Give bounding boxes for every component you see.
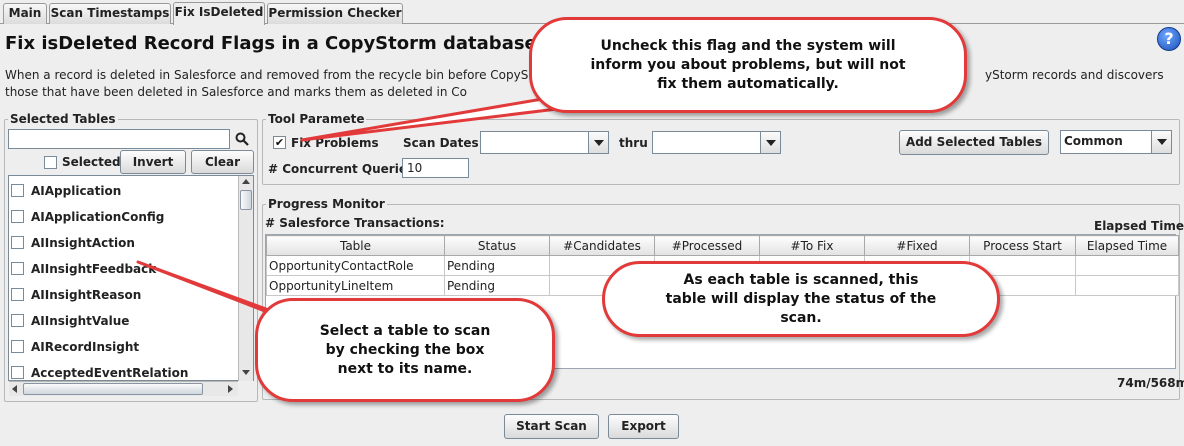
callout-pointer-select-table	[136, 260, 285, 320]
callout-fix-flag-text: Uncheck this flag and the system will in…	[590, 37, 906, 92]
callout-table-status: As each table is scanned, this table wil…	[602, 261, 1000, 337]
callout-select-table: Select a table to scan by checking the b…	[255, 298, 555, 402]
callout-fix-flag: Uncheck this flag and the system will in…	[529, 17, 967, 113]
callout-table-status-text: As each table is scanned, this table wil…	[665, 271, 937, 326]
callout-select-table-text: Select a table to scan by checking the b…	[319, 322, 491, 377]
